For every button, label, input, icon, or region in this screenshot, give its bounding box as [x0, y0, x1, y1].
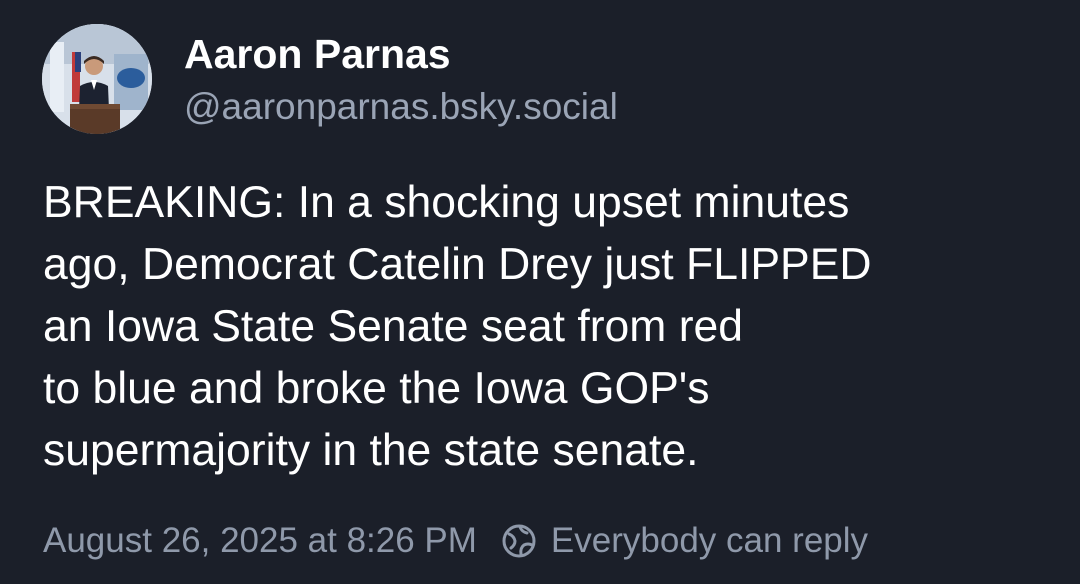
author-handle[interactable]: @aaronparnas.bsky.social	[184, 84, 618, 130]
reply-setting: Everybody can reply	[501, 521, 868, 561]
post-timestamp[interactable]: August 26, 2025 at 8:26 PM	[43, 521, 477, 561]
author-display-name[interactable]: Aaron Parnas	[184, 30, 451, 78]
avatar-photo-icon	[42, 24, 152, 134]
post-text-line: supermajority in the state senate.	[43, 426, 699, 475]
post-text-line: BREAKING: In a shocking upset minutes	[43, 178, 850, 227]
post-meta: August 26, 2025 at 8:26 PM Everybody can…	[43, 518, 868, 564]
post-body-text: BREAKING: In a shocking upset minutes ag…	[43, 172, 1053, 482]
reply-setting-label: Everybody can reply	[550, 521, 869, 560]
post-text-line: ago, Democrat Catelin Drey just FLIPPED	[43, 240, 872, 289]
author-avatar[interactable]	[42, 24, 152, 134]
post-text-line: an Iowa State Senate seat from red	[43, 302, 744, 351]
globe-icon	[502, 524, 536, 558]
post-text-line: to blue and broke the Iowa GOP's	[43, 364, 710, 413]
post-card: Aaron Parnas @aaronparnas.bsky.social BR…	[0, 0, 1080, 584]
